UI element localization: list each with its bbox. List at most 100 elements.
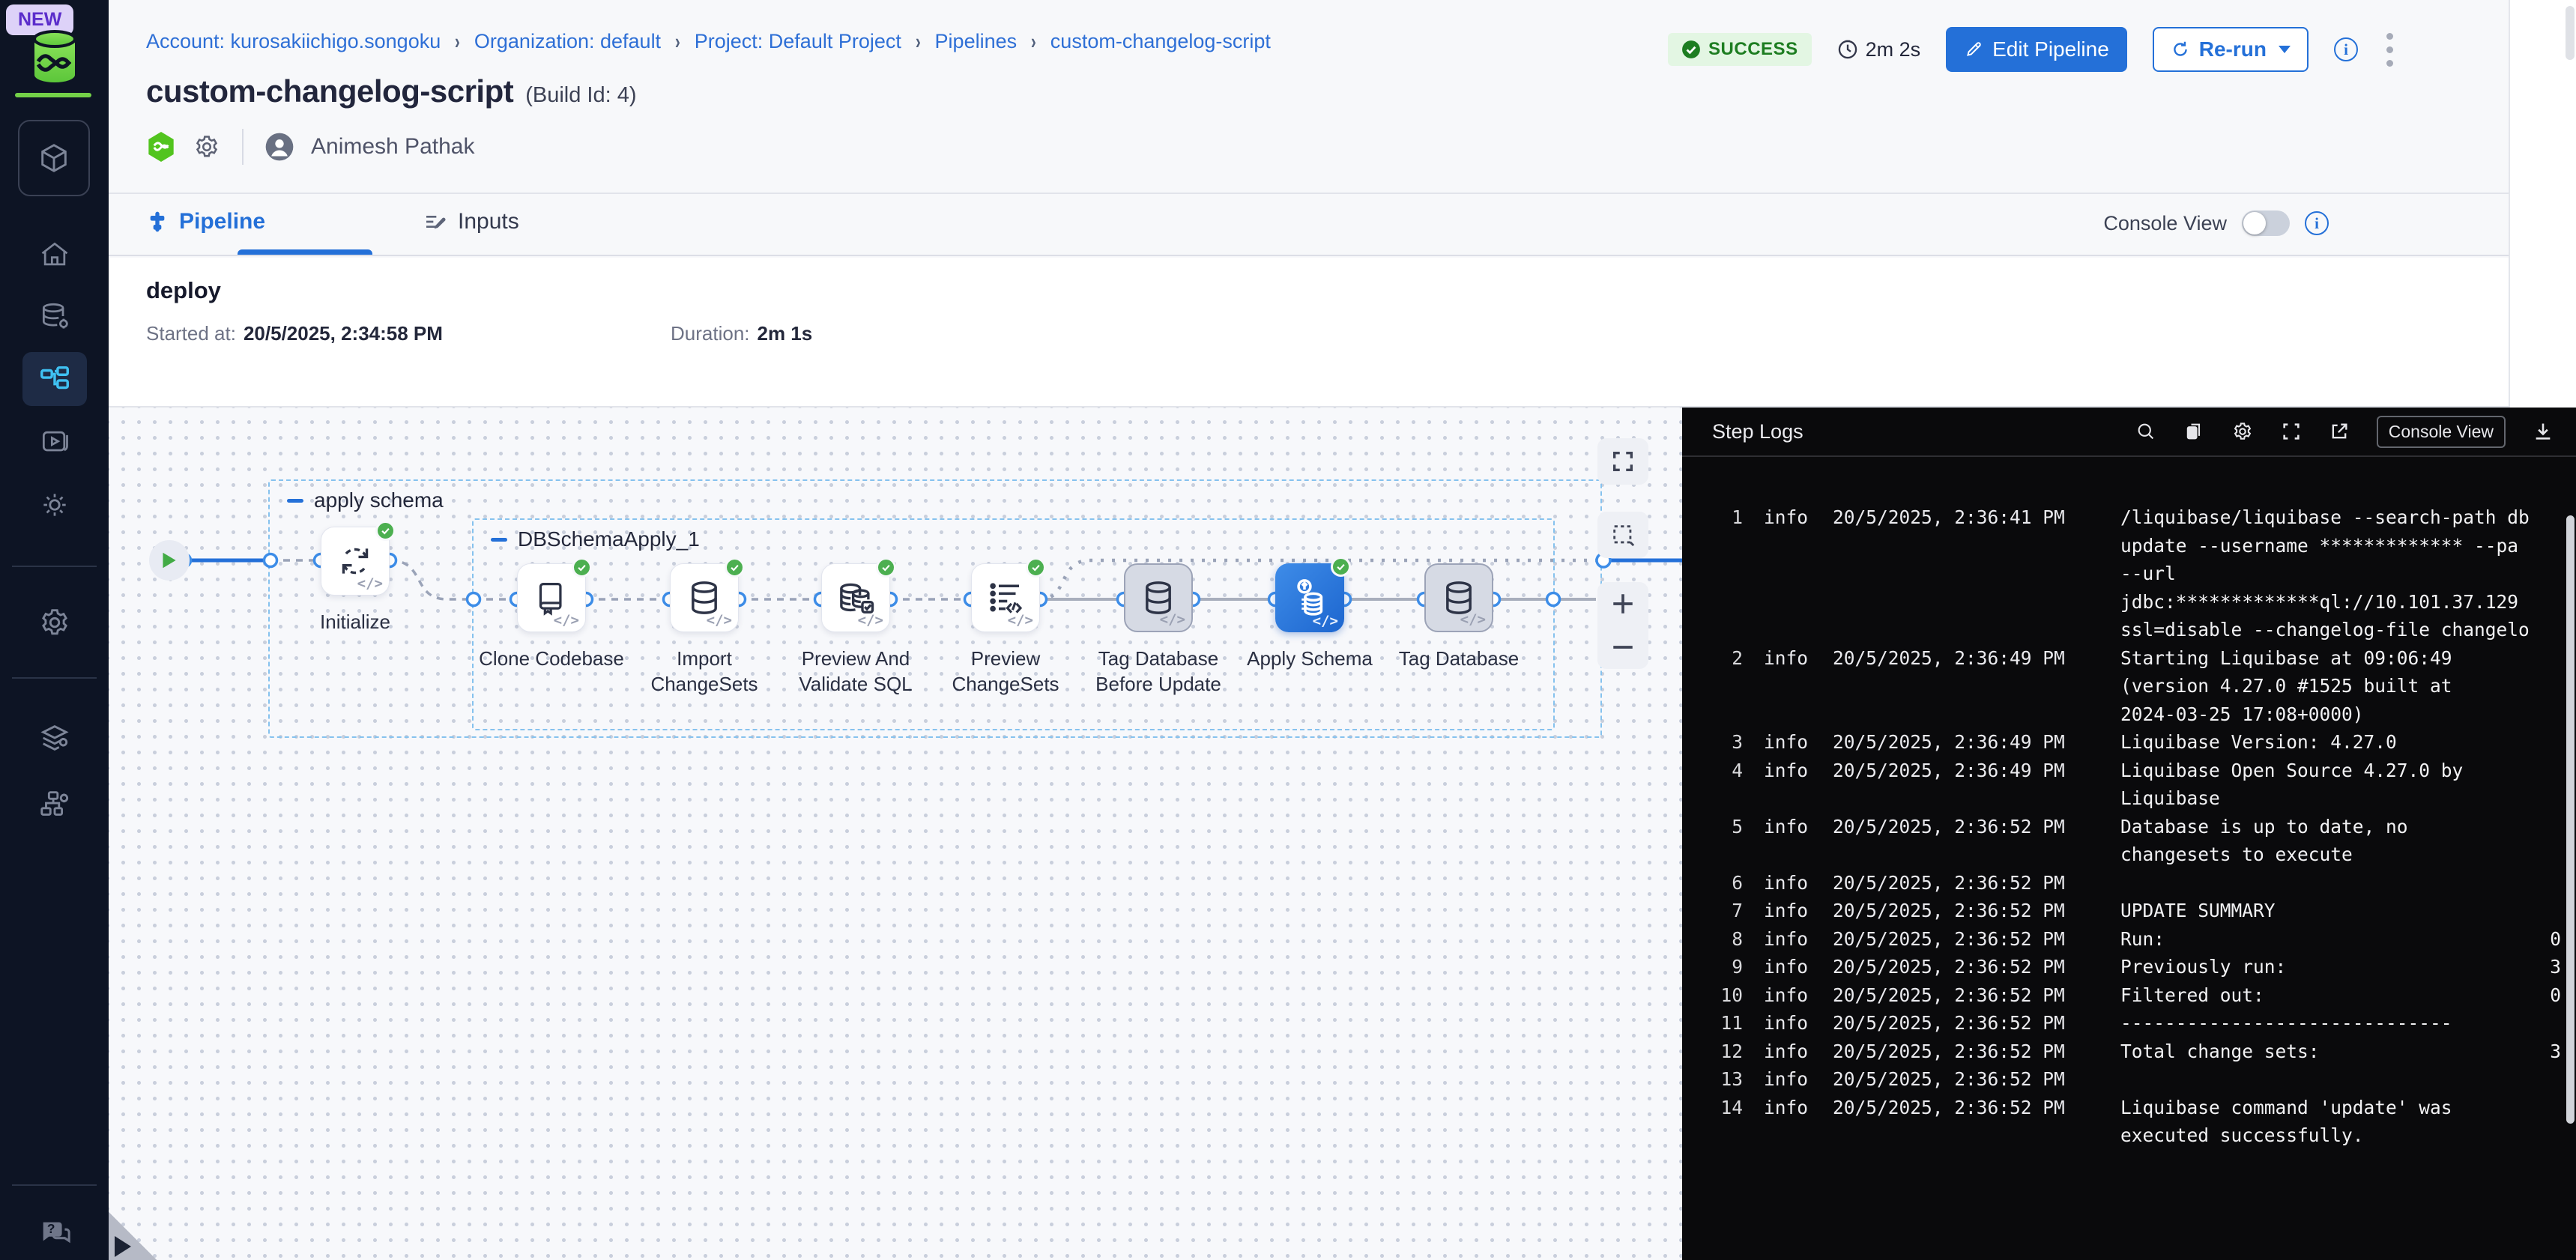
hierarchy-gear-icon (37, 787, 72, 821)
log-message (2120, 1065, 2561, 1094)
expand-fullscreen-icon[interactable] (2281, 421, 2302, 442)
breadcrumb-item[interactable]: Organization: default (474, 30, 661, 53)
trigger-author: Animesh Pathak (311, 134, 474, 160)
canvas-select-button[interactable] (1597, 512, 1648, 558)
log-message: Liquibase Open Source 4.27.0 byLiquibase (2120, 757, 2561, 813)
pipeline-node-preview-changesets[interactable]: </> (971, 563, 1040, 632)
log-line-number: 2 (1682, 644, 1743, 673)
search-icon[interactable] (2135, 421, 2156, 442)
pipeline-node-clone-codebase[interactable]: </> (517, 563, 586, 632)
more-options-menu[interactable] (2383, 30, 2396, 70)
breadcrumb: Account: kurosakiichigo.songoku›Organiza… (146, 30, 1271, 53)
log-timestamp: 20/5/2025, 2:36:52 PM (1833, 953, 2066, 981)
build-id: (Build Id: 4) (525, 83, 636, 108)
breadcrumb-item[interactable]: Account: kurosakiichigo.songoku (146, 30, 441, 53)
zoom-out-icon[interactable] (1610, 634, 1636, 660)
page-title: custom-changelog-script (146, 73, 513, 109)
sidebar: NEW (0, 0, 109, 1260)
log-message: /liquibase/liquibase --search-path dbupd… (2120, 503, 2561, 644)
breadcrumb-item[interactable]: Project: Default Project (695, 30, 901, 53)
log-entry: 12info20/5/2025, 2:36:52 PMTotal change … (1682, 1038, 2576, 1066)
tab-bar: Pipeline Inputs Console View i (109, 196, 2509, 256)
group-label-dbschemaapply[interactable]: DBSchemaApply_1 (491, 527, 700, 551)
open-external-icon[interactable] (2329, 421, 2350, 442)
script-tag: </> (707, 612, 732, 629)
step-logs-header: Step Logs Console (1682, 408, 2576, 457)
sidebar-item-help[interactable]: ? (0, 1215, 109, 1250)
pipeline-node-tag-database[interactable]: </> (1424, 563, 1493, 632)
collapse-icon[interactable] (491, 538, 507, 542)
console-view-toggle[interactable] (2242, 210, 2290, 236)
log-entry: 2info20/5/2025, 2:36:49 PMStarting Liqui… (1682, 644, 2576, 729)
sidebar-divider (12, 1184, 97, 1186)
pipeline-node-tag-database-before-update[interactable]: </> (1124, 563, 1193, 632)
executions-icon (38, 425, 71, 458)
sidebar-item-stage-settings[interactable] (0, 488, 109, 521)
info-icon[interactable]: i (2334, 37, 2358, 61)
node-label: Clone Codebase (473, 646, 630, 671)
sidebar-divider (12, 677, 97, 679)
copy-icon[interactable] (2183, 421, 2204, 442)
log-entry: 9info20/5/2025, 2:36:52 PMPreviously run… (1682, 953, 2576, 981)
pipeline-canvas[interactable]: apply schema DBSchemaApply_1 (109, 408, 1682, 1260)
step-logs-body[interactable]: 1info20/5/2025, 2:36:41 PM/liquibase/liq… (1682, 457, 2576, 1260)
rerun-button[interactable]: Re-run (2153, 27, 2309, 72)
pipeline-node-preview-and-validate-sql[interactable]: </> (821, 563, 890, 632)
log-level: info (1764, 981, 1816, 1010)
sidebar-item-hierarchy[interactable] (0, 787, 109, 821)
avatar (264, 132, 294, 162)
log-line-number: 14 (1682, 1094, 1743, 1122)
log-entry: 4info20/5/2025, 2:36:49 PMLiquibase Open… (1682, 757, 2576, 813)
edit-pipeline-button[interactable]: Edit Pipeline (1946, 27, 2127, 72)
status-badge: SUCCESS (1668, 33, 1812, 66)
console-view-info-icon[interactable]: i (2305, 211, 2329, 235)
log-entry: 8info20/5/2025, 2:36:52 PMRun:0 (1682, 925, 2576, 954)
log-level: info (1764, 897, 1816, 925)
node-label: Apply Schema (1231, 646, 1388, 671)
breadcrumb-item[interactable]: Pipelines (935, 30, 1018, 53)
sidebar-item-executions[interactable] (0, 425, 109, 458)
log-level: info (1764, 1065, 1816, 1094)
log-entry: 13info20/5/2025, 2:36:52 PM (1682, 1065, 2576, 1094)
sidebar-item-database[interactable] (0, 300, 109, 333)
log-scrollbar[interactable] (2566, 515, 2575, 1124)
canvas-fit-button[interactable] (1597, 438, 1648, 485)
success-badge-icon (876, 557, 896, 578)
log-line-number: 5 (1682, 813, 1743, 841)
log-level: info (1764, 728, 1816, 757)
log-timestamp: 20/5/2025, 2:36:52 PM (1833, 813, 2066, 841)
group-label-apply-schema[interactable]: apply schema (287, 488, 444, 512)
pipeline-node-import-changesets[interactable]: </> (670, 563, 739, 632)
tab-pipeline[interactable]: Pipeline (146, 209, 265, 234)
sidebar-item-home[interactable] (0, 238, 109, 271)
sidebar-item-pipelines[interactable] (0, 362, 109, 396)
node-label: Tag Database (1380, 646, 1538, 671)
collapse-icon[interactable] (287, 499, 303, 503)
harness-dbops-logo-icon[interactable] (30, 30, 79, 88)
execution-duration: 2m 2s (1837, 38, 1921, 61)
page-scrollbar[interactable] (2509, 0, 2576, 408)
canvas-corner-handle[interactable] (109, 1212, 157, 1260)
pipeline-settings-gear-icon[interactable] (193, 133, 221, 161)
log-message: UPDATE SUMMARY (2120, 897, 2561, 925)
pipeline-node-apply-schema[interactable]: </> (1275, 563, 1344, 632)
log-settings-gear-icon[interactable] (2231, 420, 2254, 443)
sidebar-item-settings[interactable] (0, 605, 109, 640)
zoom-in-icon[interactable] (1610, 591, 1636, 617)
breadcrumb-item[interactable]: custom-changelog-script (1050, 30, 1271, 53)
sidebar-item-layers[interactable] (0, 721, 109, 755)
log-entry: 7info20/5/2025, 2:36:52 PMUPDATE SUMMARY (1682, 897, 2576, 925)
log-console-view-button[interactable]: Console View (2377, 416, 2506, 448)
download-icon[interactable] (2533, 421, 2554, 442)
log-timestamp: 20/5/2025, 2:36:49 PM (1833, 728, 2066, 757)
tab-inputs[interactable]: Inputs (423, 209, 519, 234)
log-level: info (1764, 757, 1816, 785)
log-level: info (1764, 1009, 1816, 1038)
pipelines-icon (37, 362, 72, 396)
module-selector-button[interactable] (18, 120, 90, 196)
duration-value: 2m 1s (758, 322, 813, 345)
pipeline-node-initialize[interactable]: </> (321, 527, 390, 596)
pipeline-start-node[interactable] (149, 540, 190, 581)
log-level: info (1764, 953, 1816, 981)
log-line-number: 6 (1682, 869, 1743, 897)
